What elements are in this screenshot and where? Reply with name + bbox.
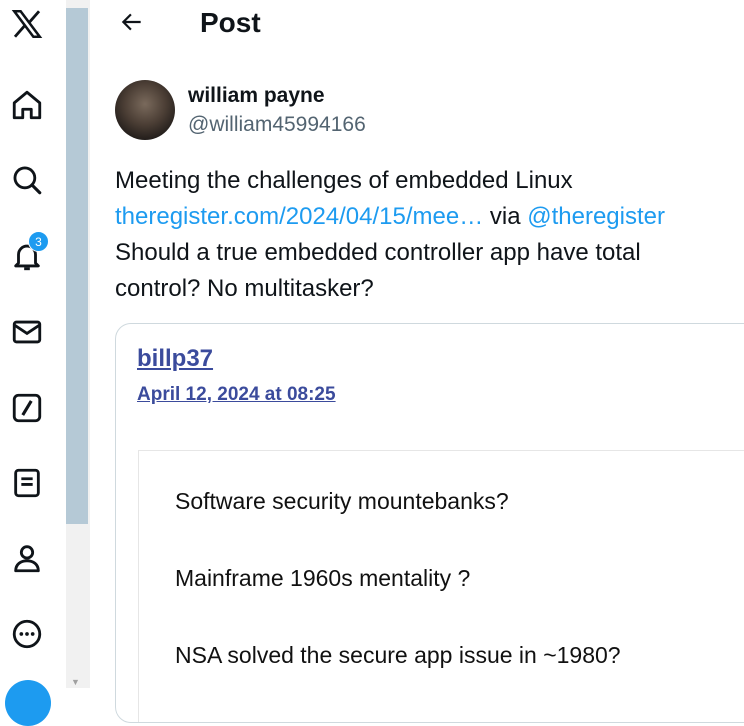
home-icon[interactable] bbox=[6, 84, 48, 126]
more-icon[interactable] bbox=[6, 613, 48, 655]
sidebar-nav: 3 bbox=[0, 0, 56, 726]
scroll-down-arrow-icon[interactable]: ▼ bbox=[71, 677, 80, 687]
post-text-line-4: control? No multitasker? bbox=[115, 275, 374, 302]
mention-link[interactable]: @theregister bbox=[527, 203, 665, 230]
post-text: Meeting the challenges of embedded Linux… bbox=[115, 163, 735, 307]
mail-icon[interactable] bbox=[6, 311, 48, 353]
compose-post-button[interactable] bbox=[5, 680, 51, 726]
quote-box: Software security mountebanks? Mainframe… bbox=[138, 450, 744, 722]
scrollbar-thumb[interactable] bbox=[66, 8, 88, 524]
author-name[interactable]: william payne bbox=[188, 83, 325, 109]
via-text: via bbox=[483, 203, 528, 230]
profile-icon[interactable] bbox=[6, 537, 48, 579]
quote-line: NSA solved the secure app issue in ~1980… bbox=[175, 642, 621, 668]
back-button[interactable] bbox=[118, 6, 146, 38]
page-title: Post bbox=[200, 7, 261, 38]
post-media-card[interactable]: billp37 April 12, 2024 at 08:25 Software… bbox=[115, 323, 744, 723]
article-link[interactable]: theregister.com/2024/04/15/mee… bbox=[115, 203, 483, 230]
x-logo-icon[interactable] bbox=[6, 3, 48, 45]
card-date-link: April 12, 2024 at 08:25 bbox=[137, 384, 336, 405]
post-text-line-1: Meeting the challenges of embedded Linux bbox=[115, 167, 573, 194]
grok-icon[interactable] bbox=[6, 387, 48, 429]
quote-line: Mainframe 1960s mentality ? bbox=[175, 565, 471, 591]
search-icon[interactable] bbox=[6, 159, 48, 201]
notification-badge: 3 bbox=[28, 231, 49, 252]
arrow-left-icon bbox=[121, 13, 141, 31]
quote-line: Software security mountebanks? bbox=[175, 488, 509, 514]
post-text-line-2: theregister.com/2024/04/15/mee… via @the… bbox=[115, 199, 735, 235]
post-text-line-3: Should a true embedded controller app ha… bbox=[115, 239, 641, 266]
card-author-link: billp37 bbox=[137, 345, 214, 372]
lists-icon[interactable] bbox=[6, 462, 48, 504]
avatar[interactable] bbox=[115, 80, 175, 140]
author-handle[interactable]: @william45994166 bbox=[188, 112, 366, 138]
